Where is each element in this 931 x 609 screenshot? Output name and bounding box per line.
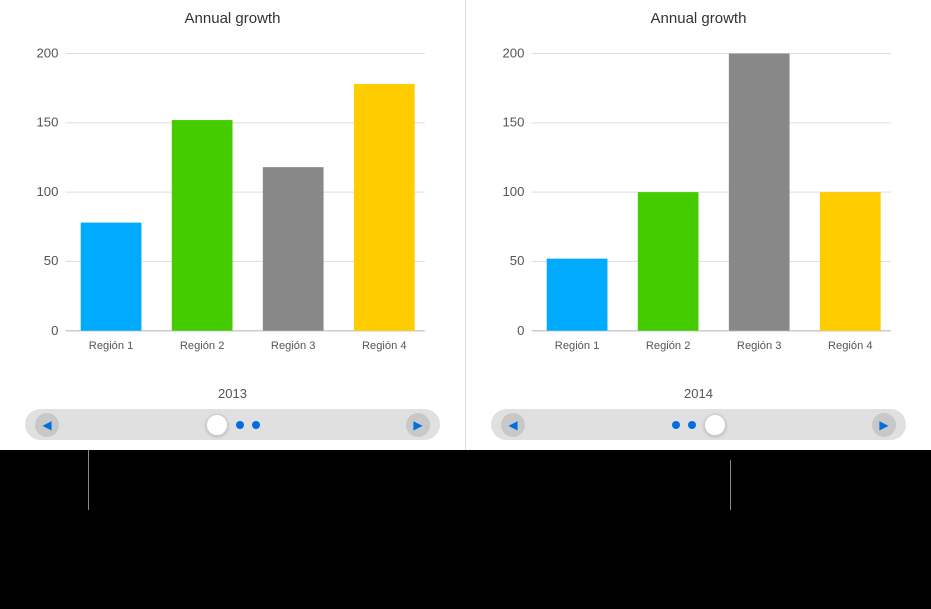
svg-text:200: 200 bbox=[503, 46, 525, 61]
chart-left: Annual growth 200 150 100 50 0 bbox=[0, 0, 465, 450]
chart-right-title: Annual growth bbox=[651, 10, 747, 27]
chart-left-next[interactable]: ▶ bbox=[406, 413, 430, 437]
svg-text:0: 0 bbox=[517, 323, 524, 338]
nav-dot-right-1[interactable] bbox=[688, 421, 696, 429]
chart-left-dots bbox=[206, 414, 260, 436]
chart-right-nav[interactable]: ◀ ▶ bbox=[491, 409, 906, 440]
svg-text:Región 2: Región 2 bbox=[646, 340, 691, 352]
bottom-area bbox=[0, 450, 931, 609]
annotation-line-left bbox=[88, 450, 89, 510]
svg-text:150: 150 bbox=[503, 114, 525, 129]
svg-text:200: 200 bbox=[37, 46, 59, 61]
chart-left-year: 2013 bbox=[218, 386, 247, 401]
svg-text:Región 3: Región 3 bbox=[271, 340, 316, 352]
svg-text:0: 0 bbox=[51, 323, 58, 338]
chart-right-next[interactable]: ▶ bbox=[872, 413, 896, 437]
svg-text:Región 3: Región 3 bbox=[737, 340, 782, 352]
svg-text:Región 4: Región 4 bbox=[362, 340, 407, 352]
svg-text:Región 2: Región 2 bbox=[180, 340, 225, 352]
chart-left-prev[interactable]: ◀ bbox=[35, 413, 59, 437]
nav-dot-left-0[interactable] bbox=[206, 414, 228, 436]
chart-left-title: Annual growth bbox=[185, 10, 281, 27]
chart-left-nav[interactable]: ◀ ▶ bbox=[25, 409, 440, 440]
chart-right-prev[interactable]: ◀ bbox=[501, 413, 525, 437]
chart-right-area: 200 150 100 50 0 Región 1 Región 2 Regió… bbox=[486, 33, 911, 382]
chart-right-dots bbox=[672, 414, 726, 436]
svg-text:100: 100 bbox=[37, 184, 59, 199]
svg-text:150: 150 bbox=[37, 114, 59, 129]
nav-dot-left-2[interactable] bbox=[252, 421, 260, 429]
svg-text:100: 100 bbox=[503, 184, 525, 199]
svg-text:50: 50 bbox=[510, 253, 525, 268]
svg-text:Región 4: Región 4 bbox=[828, 340, 873, 352]
chart-right: Annual growth 200 150 100 50 0 Región 1 bbox=[466, 0, 931, 450]
nav-dot-right-0[interactable] bbox=[672, 421, 680, 429]
svg-text:Región 1: Región 1 bbox=[555, 340, 600, 352]
chart-left-area: 200 150 100 50 0 Región 1 Región 2 Regió… bbox=[20, 33, 445, 382]
svg-text:50: 50 bbox=[44, 253, 59, 268]
nav-dot-right-2[interactable] bbox=[704, 414, 726, 436]
nav-dot-left-1[interactable] bbox=[236, 421, 244, 429]
svg-text:Región 1: Región 1 bbox=[89, 340, 134, 352]
chart-right-year: 2014 bbox=[684, 386, 713, 401]
annotation-line-right bbox=[730, 460, 731, 510]
